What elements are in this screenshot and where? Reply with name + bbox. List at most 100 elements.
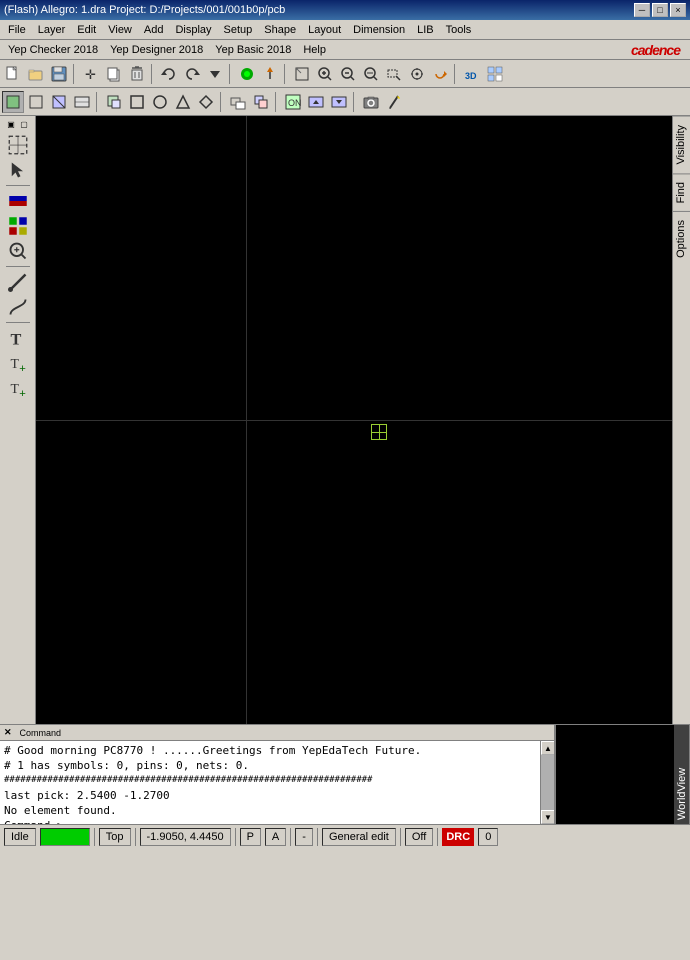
menu-lib[interactable]: LIB: [411, 20, 440, 39]
menu-edit[interactable]: Edit: [71, 20, 102, 39]
status-bar: Idle Top -1.9050, 4.4450 P A - General e…: [0, 824, 690, 848]
menu-yep-basic[interactable]: Yep Basic 2018: [209, 42, 297, 58]
console-line-5[interactable]: Command >: [4, 818, 536, 824]
find-tab[interactable]: Find: [673, 173, 690, 211]
lt-text[interactable]: T: [5, 326, 31, 350]
sep-tb2-3: [275, 92, 279, 112]
scroll-down-button[interactable]: ▼: [541, 810, 554, 824]
tb2-btn11[interactable]: [250, 91, 272, 113]
menu-display[interactable]: Display: [169, 20, 217, 39]
scroll-up-button[interactable]: ▲: [541, 741, 554, 755]
options-tab[interactable]: Options: [673, 211, 690, 266]
tb2-btn8[interactable]: [172, 91, 194, 113]
lt-zoom-tool[interactable]: [5, 239, 31, 263]
menu-tools[interactable]: Tools: [440, 20, 478, 39]
pin-button[interactable]: [259, 63, 281, 85]
copy-button[interactable]: [103, 63, 125, 85]
scroll-track[interactable]: [541, 755, 554, 810]
menu-view[interactable]: View: [102, 20, 138, 39]
sep5: [454, 64, 458, 84]
menu-file[interactable]: File: [2, 20, 32, 39]
console-line-1: # 1 has symbols: 0, pins: 0, nets: 0.: [4, 758, 536, 773]
lt-layer1[interactable]: [5, 189, 31, 213]
tb2-btn9[interactable]: [195, 91, 217, 113]
save-button[interactable]: [48, 63, 70, 85]
canvas-area[interactable]: [36, 116, 672, 724]
secondary-menu-bar: Yep Checker 2018 Yep Designer 2018 Yep B…: [0, 40, 690, 60]
undo-button[interactable]: [158, 63, 180, 85]
tb2-btn1[interactable]: [2, 91, 24, 113]
right-panel: Visibility Find Options: [672, 116, 690, 724]
zoom-out-button[interactable]: [337, 63, 359, 85]
svg-text:T: T: [10, 330, 21, 348]
console-label: Command: [18, 728, 64, 738]
lt-select[interactable]: [5, 133, 31, 157]
status-drc[interactable]: DRC: [442, 828, 474, 846]
svg-text:ON: ON: [288, 98, 301, 108]
tb2-btn6[interactable]: [126, 91, 148, 113]
console-scroll: ▲ ▼: [540, 741, 554, 824]
zoom-center-button[interactable]: [406, 63, 428, 85]
pencil-button[interactable]: [383, 91, 405, 113]
lt-text3[interactable]: T+: [5, 376, 31, 400]
camera-button[interactable]: [360, 91, 382, 113]
console-line-2: ########################################…: [4, 773, 536, 788]
tb2-pad-left[interactable]: [305, 91, 327, 113]
close-button[interactable]: ×: [670, 3, 686, 17]
3d-button[interactable]: 3D: [461, 63, 483, 85]
tb2-btn3[interactable]: [48, 91, 70, 113]
menu-help[interactable]: Help: [297, 42, 332, 58]
lt-sep3: [6, 322, 30, 323]
green-circle-button[interactable]: [236, 63, 258, 85]
menu-shape[interactable]: Shape: [258, 20, 302, 39]
refresh-button[interactable]: [429, 63, 451, 85]
visibility-tab[interactable]: Visibility: [673, 116, 690, 173]
toolbar1: ✛: [0, 60, 690, 88]
grid-view-button[interactable]: [484, 63, 506, 85]
tb2-pad-on[interactable]: ON: [282, 91, 304, 113]
menu-layout[interactable]: Layout: [302, 20, 347, 39]
sep-tb2-4: [353, 92, 357, 112]
minimize-button[interactable]: ─: [634, 3, 650, 17]
zoom-prev-button[interactable]: [360, 63, 382, 85]
lt-route[interactable]: [5, 270, 31, 294]
zoom-fit-button[interactable]: [291, 63, 313, 85]
status-sep4: [290, 828, 291, 846]
zoom-in-button[interactable]: [314, 63, 336, 85]
tb2-btn2[interactable]: [25, 91, 47, 113]
menu-setup[interactable]: Setup: [218, 20, 259, 39]
menu-layer[interactable]: Layer: [32, 20, 72, 39]
menu-yep-checker[interactable]: Yep Checker 2018: [2, 42, 104, 58]
tb2-pad-right[interactable]: [328, 91, 350, 113]
new-button[interactable]: [2, 63, 24, 85]
maximize-button[interactable]: □: [652, 3, 668, 17]
zoom-area-button[interactable]: [383, 63, 405, 85]
lt-top2[interactable]: ▢: [18, 118, 30, 130]
tb2-btn7[interactable]: [149, 91, 171, 113]
title-bar: (Flash) Allegro: 1.dra Project: D:/Proje…: [0, 0, 690, 20]
lt-top1[interactable]: ▣: [5, 118, 17, 130]
move-button[interactable]: ✛: [80, 63, 102, 85]
lt-wire[interactable]: [5, 295, 31, 319]
console-toolbar: ✕ Command: [0, 725, 554, 741]
tb2-btn4[interactable]: [71, 91, 93, 113]
open-button[interactable]: [25, 63, 47, 85]
menu-dimension[interactable]: Dimension: [347, 20, 411, 39]
status-sep7: [437, 828, 438, 846]
cadence-logo: cadence: [631, 42, 688, 58]
menu-add[interactable]: Add: [138, 20, 170, 39]
status-coords: -1.9050, 4.4450: [140, 828, 231, 846]
menu-yep-designer[interactable]: Yep Designer 2018: [104, 42, 209, 58]
lt-text-add[interactable]: T+: [5, 351, 31, 375]
lt-pointer[interactable]: [5, 158, 31, 182]
lt-layer2[interactable]: [5, 214, 31, 238]
redo-button[interactable]: [181, 63, 203, 85]
console-area: ✕ Command # Good morning PC8770 ! ......…: [0, 725, 555, 824]
console-close-btn[interactable]: ✕: [2, 727, 14, 738]
svg-text:✛: ✛: [85, 67, 96, 82]
tb2-btn10[interactable]: [227, 91, 249, 113]
status-sep2: [135, 828, 136, 846]
down-arrow-button[interactable]: [204, 63, 226, 85]
delete-button[interactable]: [126, 63, 148, 85]
tb2-btn5[interactable]: [103, 91, 125, 113]
